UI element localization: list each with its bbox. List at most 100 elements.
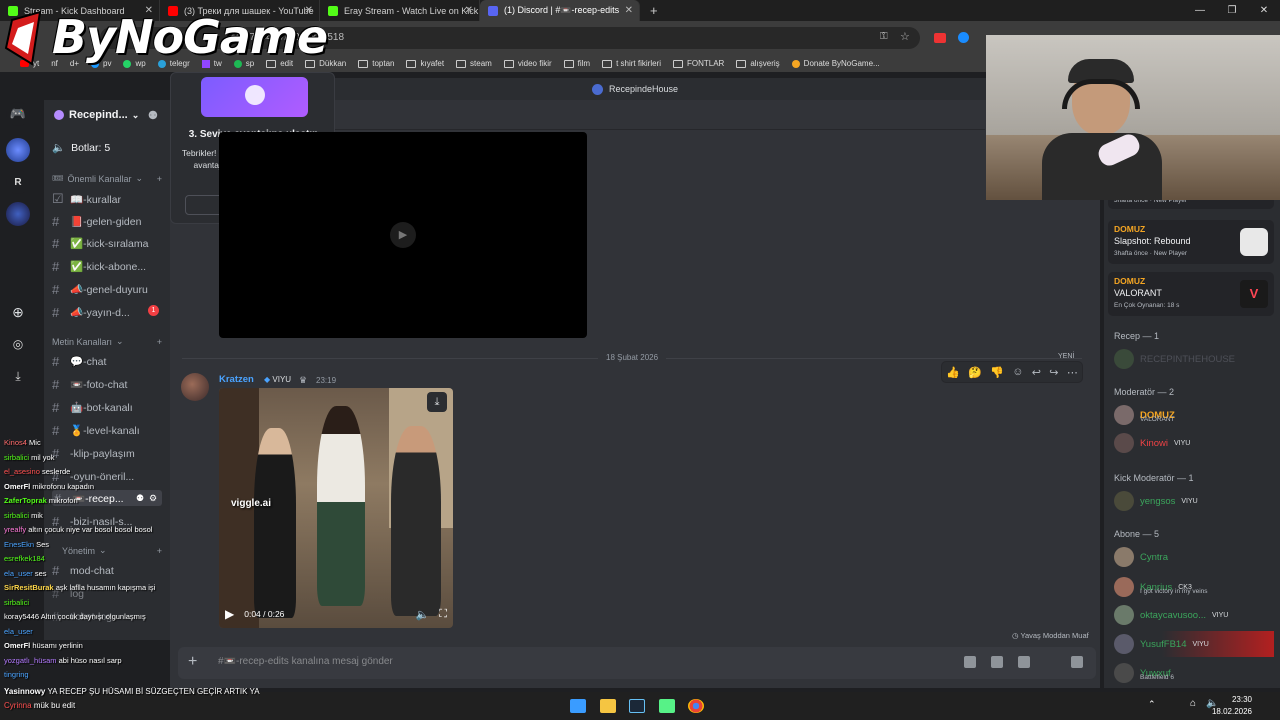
- volume-icon[interactable]: 🔈: [416, 608, 430, 621]
- download-icon[interactable]: ⤓: [427, 392, 447, 412]
- close-window-icon[interactable]: ✕: [1248, 0, 1280, 21]
- member-item[interactable]: oktaycavusoo... VIYU: [1114, 605, 1228, 625]
- member-activity-card[interactable]: DOMUZ VALORANT En Çok Oynanan: 18 s V: [1108, 272, 1274, 316]
- person-center: [317, 406, 365, 606]
- discord-app-icon[interactable]: [659, 699, 675, 713]
- chat-line: Cyrinna mük bu edit: [4, 701, 76, 710]
- add-user-icon[interactable]: ⚉: [148, 109, 158, 122]
- video-player[interactable]: viggle.ai ⤓: [219, 388, 453, 628]
- extension-icon[interactable]: [958, 32, 969, 43]
- chat-line: sirbalici mil yok: [4, 452, 55, 462]
- pointing-icon[interactable]: 👎: [990, 366, 1004, 379]
- member-item[interactable]: Kinowi VIYU: [1114, 433, 1190, 453]
- chat-user: yrealfy: [4, 525, 27, 534]
- add-server-icon[interactable]: ⊕: [6, 300, 30, 324]
- channel-item[interactable]: # 📣-yayın-d... 1: [52, 305, 160, 320]
- bookmark-folder[interactable]: toptan: [358, 59, 394, 68]
- steam-icon[interactable]: [629, 699, 645, 713]
- channel-item[interactable]: # 📕-gelen-giden: [52, 214, 141, 229]
- download-icon[interactable]: ⤓: [6, 364, 30, 388]
- thumbs-up-icon[interactable]: 👍: [946, 366, 960, 379]
- avatar[interactable]: [181, 373, 209, 401]
- server-icon[interactable]: [6, 202, 30, 226]
- boost-gem-icon: [245, 85, 265, 105]
- member-item[interactable]: Cyntra: [1114, 547, 1168, 567]
- more-icon[interactable]: ⋯: [1067, 366, 1078, 379]
- fullscreen-icon[interactable]: ⛶: [439, 608, 447, 621]
- network-icon[interactable]: ⌂: [1190, 698, 1196, 709]
- channel-item[interactable]: # ✅-kick-abone...: [52, 259, 146, 274]
- video-embed[interactable]: ▶: [219, 132, 587, 338]
- apps-icon[interactable]: [1071, 656, 1083, 668]
- member-item[interactable]: yengsos VIYU: [1114, 491, 1198, 511]
- member-item[interactable]: YusufFB14 VIYU: [1114, 631, 1274, 657]
- file-explorer-icon[interactable]: [600, 699, 616, 713]
- system-clock[interactable]: 23:30 18.02.2026: [1212, 694, 1252, 718]
- channel-item[interactable]: # ✅-kick-sıralama: [52, 236, 148, 251]
- member-name: YusufFB14: [1140, 638, 1187, 650]
- bookmark[interactable]: Donate ByNoGame...: [791, 59, 880, 68]
- channel-item[interactable]: # 💬-chat: [52, 354, 106, 369]
- bookmark-folder[interactable]: alışveriş: [736, 59, 780, 68]
- add-channel-icon[interactable]: +: [157, 174, 162, 184]
- browser-tab[interactable]: Eray Stream - Watch Live on Kick ✕: [320, 0, 480, 21]
- chat-line: yozgatlı_hüsam abi hüso nasıl sarp: [4, 655, 122, 665]
- server-icon: [54, 110, 64, 120]
- chrome-icon[interactable]: [688, 699, 704, 713]
- adblock-icon[interactable]: [934, 33, 946, 43]
- channel-item[interactable]: # 📼-foto-chat: [52, 377, 127, 392]
- member-item[interactable]: Kanrius CK3 I got victory in my veins: [1114, 576, 1208, 598]
- bookmark-folder[interactable]: kıyafet: [406, 59, 444, 68]
- server-icon[interactable]: R: [6, 170, 30, 194]
- avatar: [1114, 547, 1134, 567]
- forward-icon[interactable]: ↪: [1049, 366, 1058, 379]
- category-text[interactable]: Metin Kanalları ⌄ +: [52, 336, 162, 347]
- add-reaction-icon[interactable]: ☺: [1012, 366, 1023, 378]
- windows-start-icon[interactable]: [570, 699, 586, 713]
- message-composer[interactable]: + #📼-recep-edits kanalına mesaj gönder: [178, 647, 1096, 679]
- bookmark-folder[interactable]: video fikir: [503, 59, 552, 68]
- tab-label: (1) Discord | #📼-recep-edits: [504, 5, 620, 15]
- member-item[interactable]: DOMUZ VALORANT: [1114, 404, 1175, 426]
- channel-item[interactable]: ☑ 📖-kurallar: [52, 191, 121, 207]
- boost-banner: [201, 77, 308, 117]
- server-header[interactable]: Recepind... ⌄ ⚉: [44, 100, 170, 130]
- maximize-icon[interactable]: ❐: [1216, 0, 1248, 21]
- bookmark-folder[interactable]: film: [563, 59, 590, 68]
- new-tab-button[interactable]: +: [650, 3, 658, 18]
- server-icon[interactable]: [6, 138, 30, 162]
- add-channel-icon[interactable]: +: [157, 337, 162, 347]
- member-activity-card[interactable]: DOMUZ Slapshot: Rebound 3hafta önce · Ne…: [1108, 220, 1274, 264]
- minimize-icon[interactable]: —: [1184, 0, 1216, 21]
- channel-item[interactable]: # 🤖-bot-kanalı: [52, 400, 133, 415]
- gift-icon[interactable]: [964, 656, 976, 668]
- explore-icon[interactable]: ◎: [6, 332, 30, 356]
- channel-item[interactable]: # 📣-genel-duyuru: [52, 282, 148, 297]
- member-item[interactable]: Yuwxuf Battlefield 6: [1114, 662, 1174, 684]
- browser-tab-active[interactable]: (1) Discord | #📼-recep-edits ✕: [480, 0, 640, 21]
- category-important[interactable]: 🎟 Önemli Kanallar ⌄ +: [52, 173, 162, 184]
- bookmark-folder[interactable]: steam: [456, 59, 492, 68]
- bookmark-folder[interactable]: FONTLAR: [672, 59, 724, 68]
- play-icon[interactable]: ▶: [225, 607, 234, 621]
- play-icon[interactable]: ▶: [390, 222, 416, 248]
- chat-user: Kinos4: [4, 438, 27, 447]
- composer-placeholder[interactable]: #📼-recep-edits kanalına mesaj gönder: [218, 656, 393, 667]
- close-icon[interactable]: ✕: [625, 5, 633, 16]
- key-icon[interactable]: ⚿: [880, 31, 888, 42]
- tray-chevron-icon[interactable]: ⌃: [1148, 699, 1156, 710]
- star-icon[interactable]: ☆: [900, 30, 910, 43]
- thinking-icon[interactable]: 🤔: [968, 366, 982, 379]
- chat-line: Yasinnowy YA RECEP ŞU HÜSAMI Bİ SÜZGEÇTE…: [4, 687, 260, 696]
- sticker-icon[interactable]: [1018, 656, 1030, 668]
- discord-home-icon[interactable]: 🎮: [6, 102, 30, 126]
- bookmark-folder[interactable]: t shirt fikirleri: [602, 59, 661, 68]
- message-author[interactable]: Kratzen: [219, 374, 254, 385]
- avatar: [1114, 634, 1134, 654]
- gif-icon[interactable]: [991, 656, 1003, 668]
- reply-icon[interactable]: ↩: [1032, 366, 1041, 379]
- close-icon[interactable]: ✕: [465, 5, 473, 16]
- attach-plus-icon[interactable]: +: [188, 653, 197, 671]
- member-item[interactable]: RECEPINTHEHOUSE: [1114, 349, 1235, 369]
- folder-icon: [358, 59, 369, 68]
